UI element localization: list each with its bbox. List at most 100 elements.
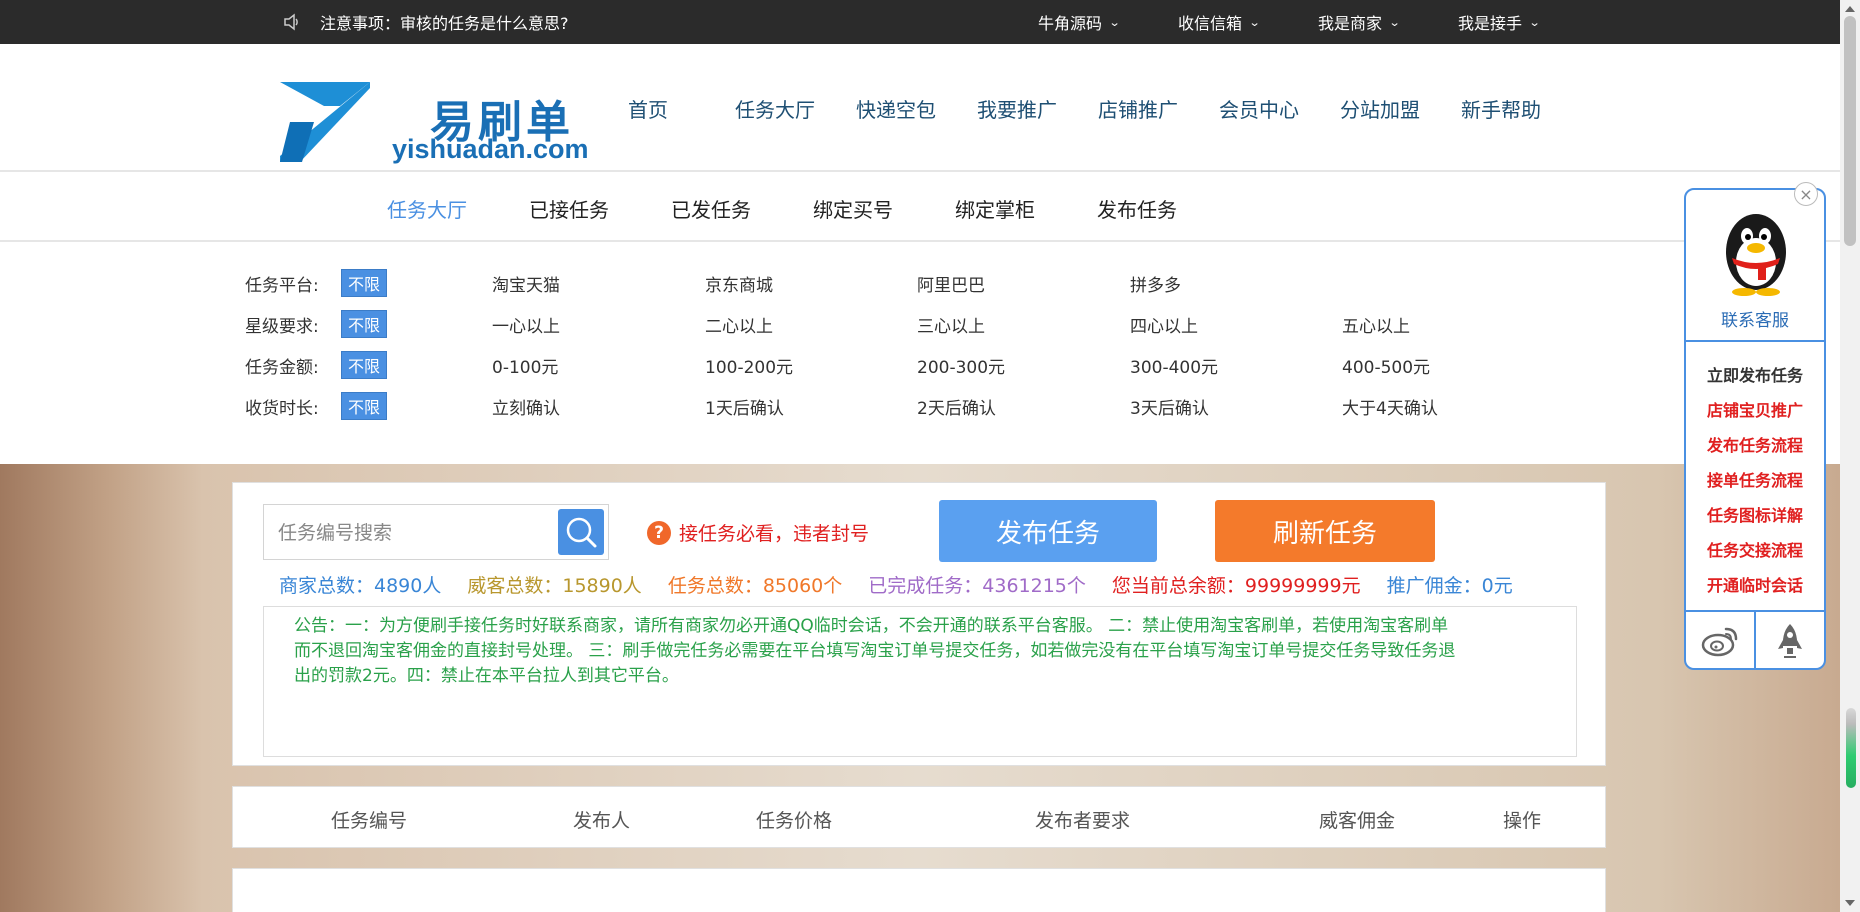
task-table-body bbox=[232, 868, 1606, 912]
logo-text-en: yishuadan.com bbox=[392, 134, 589, 164]
filter-option[interactable]: 100-200元 bbox=[705, 353, 793, 378]
refresh-task-button[interactable]: 刷新任务 bbox=[1215, 500, 1435, 562]
filter-label: 任务平台: bbox=[245, 275, 319, 296]
filter-all-button[interactable]: 不限 bbox=[341, 310, 387, 338]
top-bar: 注意事项：审核的任务是什么意思? 牛角源码 ⌄ 收信信箱 ⌄ 我是商家 ⌄ 我是接手 ⌄ bbox=[0, 0, 1840, 44]
nav-promote[interactable]: 我要推广 bbox=[977, 94, 1098, 123]
warning-text: 接任务必看，违者封号 bbox=[679, 523, 870, 545]
filter-row-amount: 任务金额: 不限 0-100元 100-200元 200-300元 300-40… bbox=[245, 350, 1430, 380]
col-task-id: 任务编号 bbox=[331, 810, 408, 832]
filter-option[interactable]: 大于4天确认 bbox=[1342, 394, 1438, 419]
filter-option[interactable]: 立刻确认 bbox=[492, 394, 560, 419]
stat-weike: 威客总数：15890人 bbox=[467, 574, 642, 597]
top-menu-inbox[interactable]: 收信信箱 ⌄ bbox=[1178, 10, 1318, 34]
stat-merchants: 商家总数：4890人 bbox=[279, 574, 442, 597]
filter-row-delivery: 收货时长: 不限 立刻确认 1天后确认 2天后确认 3天后确认 大于4天确认 bbox=[245, 391, 1438, 421]
filter-option[interactable]: 京东商城 bbox=[705, 271, 773, 296]
rocket-icon bbox=[1778, 624, 1802, 658]
col-action: 操作 bbox=[1503, 810, 1542, 832]
link-accept-flow[interactable]: 接单任务流程 bbox=[1686, 463, 1824, 498]
speaker-icon bbox=[284, 13, 298, 31]
col-commission: 威客佣金 bbox=[1319, 810, 1396, 832]
filter-row-platform: 任务平台: 不限 淘宝天猫 京东商城 阿里巴巴 拼多多 bbox=[245, 268, 1181, 298]
filter-all-button[interactable]: 不限 bbox=[341, 269, 387, 297]
main-nav: 首页 任务大厅 快递空包 我要推广 店铺推广 会员中心 分站加盟 新手帮助 bbox=[628, 44, 1582, 172]
link-handover-flow[interactable]: 任务交接流程 bbox=[1686, 533, 1824, 568]
widget-divider bbox=[1686, 340, 1824, 342]
widget-bottom bbox=[1686, 612, 1824, 670]
search-button[interactable] bbox=[558, 509, 604, 555]
filter-option[interactable]: 淘宝天猫 bbox=[492, 271, 560, 296]
link-publish-now[interactable]: 立即发布任务 bbox=[1686, 358, 1824, 393]
stat-done: 已完成任务：4361215个 bbox=[868, 574, 1086, 597]
top-menu-label: 我是商家 bbox=[1318, 14, 1383, 33]
filter-option[interactable]: 3天后确认 bbox=[1130, 394, 1209, 419]
announcement-text: 公告：一：为方便刷手接任务时好联系商家，请所有商家勿必开通QQ临时会话，不会开通… bbox=[294, 616, 1456, 686]
scroll-up-icon[interactable] bbox=[1845, 6, 1855, 12]
tab-accepted-tasks[interactable]: 已接任务 bbox=[529, 194, 671, 223]
filter-row-stars: 星级要求: 不限 一心以上 二心以上 三心以上 四心以上 五心以上 bbox=[245, 309, 1410, 339]
tab-task-hall[interactable]: 任务大厅 bbox=[387, 194, 529, 223]
filter-option[interactable]: 0-100元 bbox=[492, 353, 558, 378]
top-notice-text[interactable]: 注意事项：审核的任务是什么意思? bbox=[320, 10, 569, 34]
link-publish-flow[interactable]: 发布任务流程 bbox=[1686, 428, 1824, 463]
filter-option[interactable]: 三心以上 bbox=[917, 312, 985, 337]
filter-option[interactable]: 阿里巴巴 bbox=[917, 271, 985, 296]
top-notice[interactable]: 注意事项：审核的任务是什么意思? bbox=[282, 0, 569, 44]
nav-member-center[interactable]: 会员中心 bbox=[1219, 94, 1340, 123]
filter-option[interactable]: 200-300元 bbox=[917, 353, 1005, 378]
link-icon-detail[interactable]: 任务图标详解 bbox=[1686, 498, 1824, 533]
back-to-top-button[interactable] bbox=[1756, 612, 1824, 670]
contact-service-link[interactable]: 联系客服 bbox=[1686, 306, 1824, 331]
nav-express[interactable]: 快递空包 bbox=[856, 94, 977, 123]
search-input[interactable] bbox=[278, 519, 548, 547]
tab-bind-shopkeeper[interactable]: 绑定掌柜 bbox=[955, 194, 1097, 223]
qq-penguin-icon bbox=[1726, 214, 1786, 296]
tab-published-tasks[interactable]: 已发任务 bbox=[671, 194, 813, 223]
top-menus: 牛角源码 ⌄ 收信信箱 ⌄ 我是商家 ⌄ 我是接手 ⌄ bbox=[1038, 0, 1598, 44]
top-menu-label: 我是接手 bbox=[1458, 14, 1523, 33]
link-temp-session[interactable]: 开通临时会话 bbox=[1686, 568, 1824, 603]
scroll-down-icon[interactable] bbox=[1845, 900, 1855, 906]
task-panel: ? 接任务必看，违者封号 发布任务 刷新任务 商家总数：4890人 威客总数：1… bbox=[232, 482, 1606, 766]
tab-bind-buyer[interactable]: 绑定买号 bbox=[813, 194, 955, 223]
filter-option[interactable]: 四心以上 bbox=[1130, 312, 1198, 337]
top-menu-source[interactable]: 牛角源码 ⌄ bbox=[1038, 10, 1178, 34]
weibo-button[interactable] bbox=[1686, 612, 1756, 670]
filter-option[interactable]: 2天后确认 bbox=[917, 394, 996, 419]
close-icon[interactable]: × bbox=[1794, 182, 1818, 206]
top-menu-label: 收信信箱 bbox=[1178, 14, 1243, 33]
top-menu-receiver[interactable]: 我是接手 ⌄ bbox=[1458, 10, 1598, 34]
site-header: 易刷单 yishuadan.com 首页 任务大厅 快递空包 我要推广 店铺推广… bbox=[0, 44, 1840, 172]
scroll-thumb[interactable] bbox=[1844, 16, 1856, 246]
nav-task-hall[interactable]: 任务大厅 bbox=[735, 94, 856, 123]
announcement-box: 公告：一：为方便刷手接任务时好联系商家，请所有商家勿必开通QQ临时会话，不会开通… bbox=[263, 606, 1577, 757]
warning-link[interactable]: ? 接任务必看，违者封号 bbox=[647, 519, 869, 546]
widget-links: 立即发布任务 店铺宝贝推广 发布任务流程 接单任务流程 任务图标详解 任务交接流… bbox=[1686, 358, 1824, 603]
filter-option[interactable]: 拼多多 bbox=[1130, 271, 1181, 296]
weibo-icon bbox=[1701, 627, 1738, 657]
filter-option[interactable]: 1天后确认 bbox=[705, 394, 784, 419]
top-menu-merchant[interactable]: 我是商家 ⌄ bbox=[1318, 10, 1458, 34]
nav-branch[interactable]: 分站加盟 bbox=[1340, 94, 1461, 123]
filter-option[interactable]: 二心以上 bbox=[705, 312, 773, 337]
chevron-down-icon: ⌄ bbox=[1388, 15, 1401, 29]
filter-option[interactable]: 400-500元 bbox=[1342, 353, 1430, 378]
col-publisher: 发布人 bbox=[573, 810, 631, 832]
filter-all-button[interactable]: 不限 bbox=[341, 351, 387, 379]
filter-panel: 任务平台: 不限 淘宝天猫 京东商城 阿里巴巴 拼多多 星级要求: 不限 一心以… bbox=[0, 244, 1840, 464]
publish-task-button[interactable]: 发布任务 bbox=[939, 500, 1157, 562]
link-shop-promote[interactable]: 店铺宝贝推广 bbox=[1686, 393, 1824, 428]
filter-option[interactable]: 五心以上 bbox=[1342, 312, 1410, 337]
nav-help[interactable]: 新手帮助 bbox=[1461, 94, 1582, 123]
tab-publish-task[interactable]: 发布任务 bbox=[1097, 194, 1239, 223]
filter-all-button[interactable]: 不限 bbox=[341, 392, 387, 420]
filter-label: 收货时长: bbox=[245, 398, 319, 419]
chevron-down-icon: ⌄ bbox=[1528, 15, 1541, 29]
stats-row: 商家总数：4890人 威客总数：15890人 任务总数：85060个 已完成任务… bbox=[279, 569, 1539, 599]
nav-shop-promote[interactable]: 店铺推广 bbox=[1098, 94, 1219, 123]
filter-option[interactable]: 300-400元 bbox=[1130, 353, 1218, 378]
nav-home[interactable]: 首页 bbox=[628, 94, 735, 123]
stat-balance: 您当前总余额：99999999元 bbox=[1111, 574, 1361, 597]
filter-option[interactable]: 一心以上 bbox=[492, 312, 560, 337]
